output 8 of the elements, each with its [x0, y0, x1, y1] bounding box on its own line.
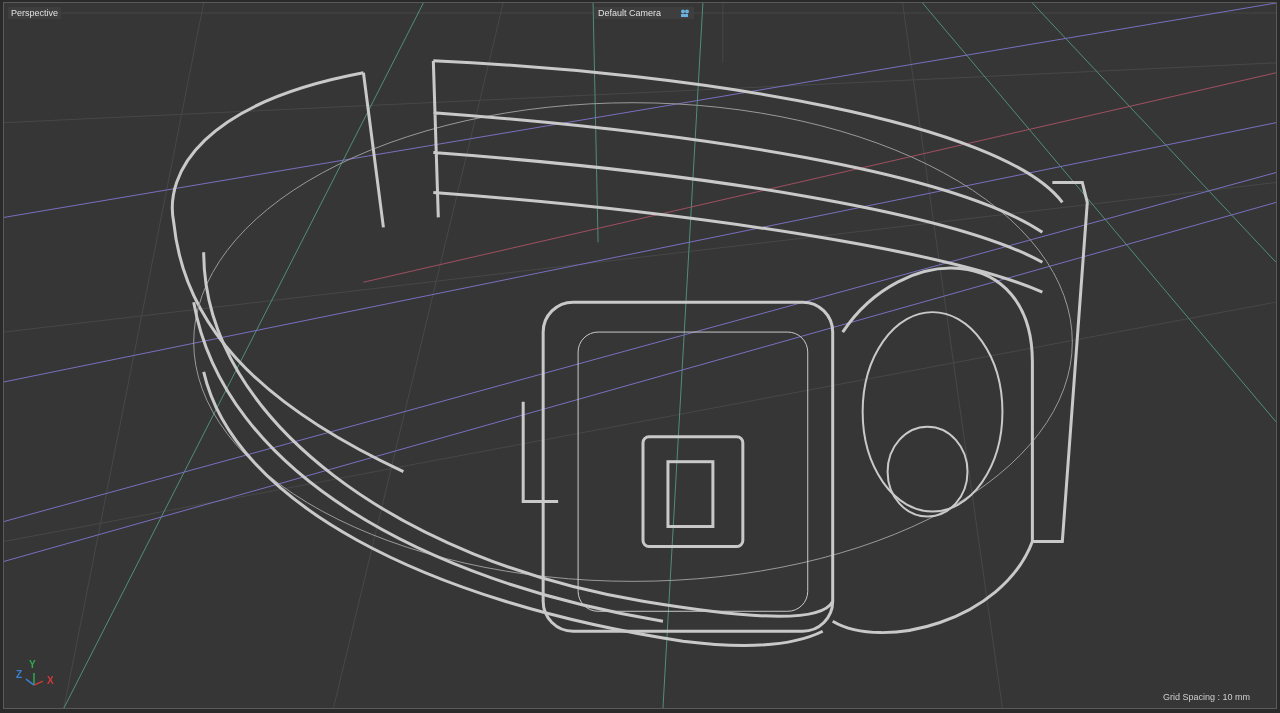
- axis-label: Z: [16, 670, 23, 680]
- axis-gizmo-icon: [25, 672, 44, 686]
- camera-icon: [680, 8, 690, 18]
- viewport-title[interactable]: Perspective: [8, 7, 62, 19]
- grid-spacing-label: Grid Spacing : 10 mm: [1162, 692, 1250, 702]
- camera-menu[interactable]: Default Camera: [594, 7, 694, 19]
- axis-label: Y: [29, 660, 36, 670]
- axis-label: X: [47, 676, 54, 686]
